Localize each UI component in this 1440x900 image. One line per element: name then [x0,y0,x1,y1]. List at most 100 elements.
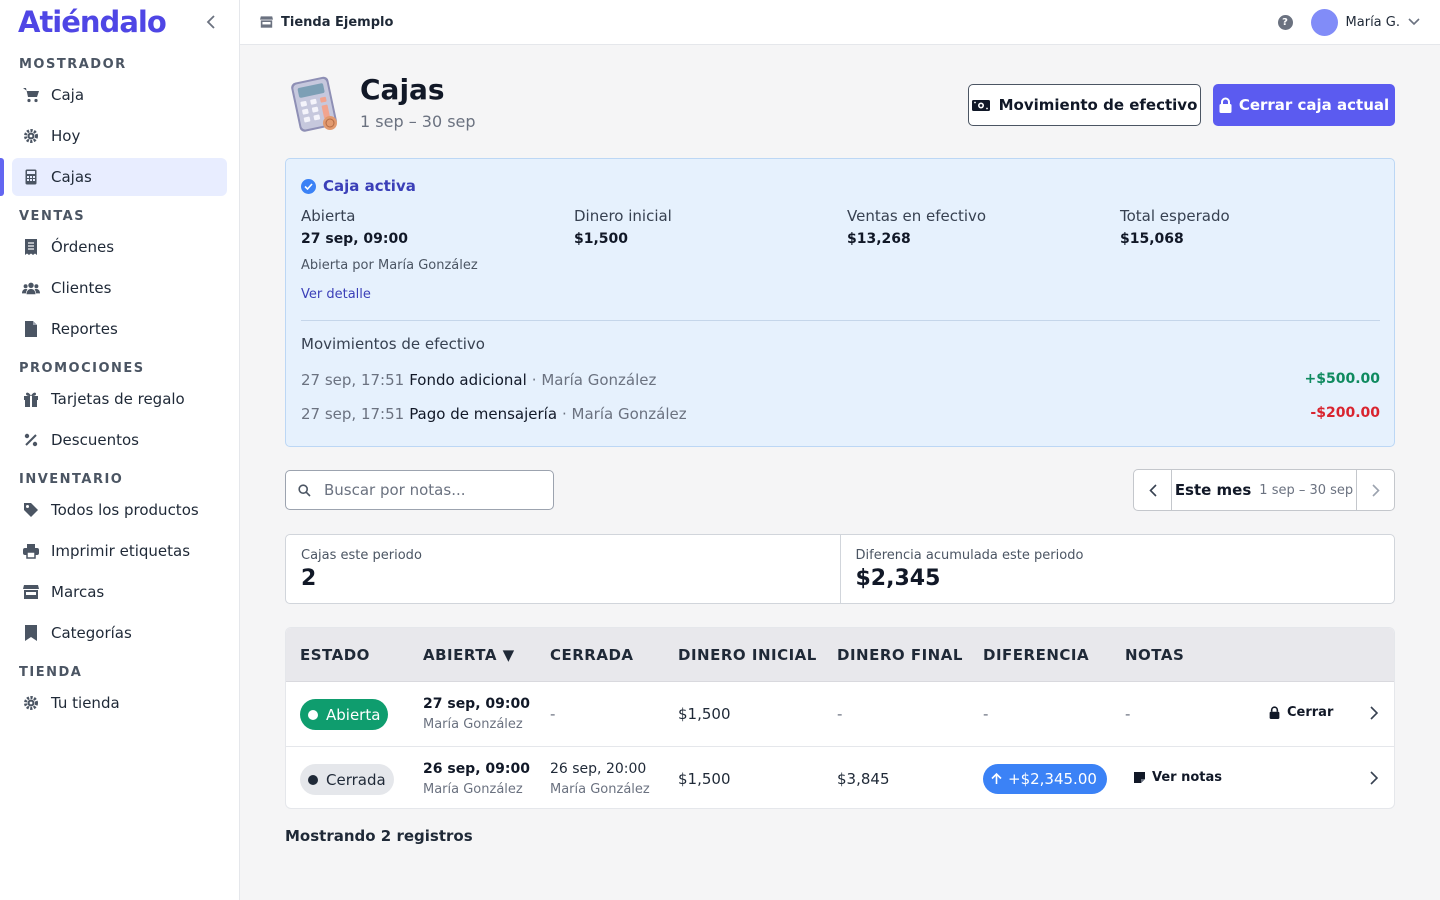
sidebar-item-label: Todos los productos [51,501,199,519]
section-title-promociones: PROMOCIONES [19,361,145,376]
sidebar-item-reportes[interactable]: Reportes [12,310,227,348]
field-value: $1,500 [574,231,629,247]
field-value: $13,268 [847,231,911,247]
sidebar-item-descuentos[interactable]: Descuentos [12,421,227,459]
next-period-button[interactable] [1356,470,1394,510]
collapse-sidebar-button[interactable] [201,12,221,32]
storefront-icon [260,16,273,28]
difference-cell: - [983,705,989,723]
field-initial-cash: Dinero inicial $1,500 [574,207,672,247]
opened-cell: 27 sep, 09:00 María González [423,696,530,732]
movement-row: 27 sep, 17:51 Pago de mensajería · María… [301,405,1380,423]
topbar-right: ? María G. [1277,8,1420,36]
view-notes-button[interactable]: Ver notas [1134,770,1222,785]
chevron-right-icon [1370,771,1379,785]
column-header-opened[interactable]: ABIERTA ▼ [423,628,515,682]
sidebar-item-imprimir-etiquetas[interactable]: Imprimir etiquetas [12,532,227,570]
field-value: 27 sep, 09:00 [301,231,408,247]
movement-description: Fondo adicional [409,371,527,389]
difference-value: +$2,345.00 [1008,770,1097,788]
close-register-row-button[interactable]: Cerrar [1269,705,1333,720]
final-cash-cell: $3,845 [837,770,890,788]
sidebar-item-todos-los-productos[interactable]: Todos los productos [12,491,227,529]
section-title-inventario: INVENTARIO [19,472,124,487]
active-register-title: Caja activa [323,177,416,195]
sidebar-item-ordenes[interactable]: Órdenes [12,228,227,266]
app-logo[interactable]: Atiéndalo [18,5,167,39]
period-range: 1 sep – 30 sep [1259,482,1354,498]
column-header-final-cash[interactable]: DINERO FINAL [837,628,963,682]
sidebar-item-hoy[interactable]: Hoy [12,117,227,155]
field-label: Ventas en efectivo [847,207,987,225]
field-label: Total esperado [1120,207,1230,225]
cash-movement-label: Movimiento de efectivo [998,96,1198,114]
opened-date: 27 sep, 09:00 [423,696,530,712]
sidebar-item-label: Hoy [51,127,81,145]
field-cash-sales: Ventas en efectivo $13,268 [847,207,986,247]
movement-time: 27 sep, 17:51 [301,371,405,389]
storefront-icon [22,583,40,601]
help-icon[interactable]: ? [1277,14,1293,30]
store-selector[interactable]: Tienda Ejemplo [260,15,393,30]
closed-date: 26 sep, 20:00 [550,761,647,777]
table-row[interactable]: Cerrada 26 sep, 09:00 María González 26 … [286,746,1394,808]
sidebar-item-clientes[interactable]: Clientes [12,269,227,307]
status-dot-icon [308,774,318,785]
sidebar-item-tarjetas-de-regalo[interactable]: Tarjetas de regalo [12,380,227,418]
calculator-illustration-icon [291,76,337,132]
page-title: Cajas [360,73,445,106]
note-icon [1134,772,1145,783]
percent-icon [22,431,40,449]
column-header-initial-cash[interactable]: DINERO INICIAL [678,628,817,682]
opened-date: 26 sep, 09:00 [423,761,530,777]
sidebar-item-cajas[interactable]: Cajas [0,158,227,196]
view-detail-link[interactable]: Ver detalle [301,287,371,302]
table-row[interactable]: Abierta 27 sep, 09:00 María González - $… [286,682,1394,746]
chevron-left-icon [1148,483,1157,497]
view-notes-label: Ver notas [1152,770,1223,785]
gear-icon [22,127,40,145]
calculator-icon [22,168,40,186]
row-chevron[interactable] [1370,706,1379,724]
column-header-closed[interactable]: CERRADA [550,628,634,682]
divider [301,320,1380,321]
initial-cash-cell: $1,500 [678,705,731,723]
sidebar-item-marcas[interactable]: Marcas [12,573,227,611]
movement-amount: +$500.00 [1304,371,1381,387]
sidebar-item-label: Descuentos [51,431,139,449]
search-input[interactable] [324,481,534,499]
sidebar-item-categorias[interactable]: Categorías [12,614,227,652]
row-chevron[interactable] [1370,771,1379,789]
section-title-tienda: TIENDA [19,665,83,680]
avatar[interactable] [1310,8,1338,36]
movements-title: Movimientos de efectivo [301,335,485,353]
movement-time: 27 sep, 17:51 [301,405,405,423]
chevron-down-icon[interactable] [1408,18,1420,26]
period-label[interactable]: Este mes 1 sep – 30 sep [1172,470,1356,510]
arrow-up-icon [991,773,1002,784]
status-dot-icon [308,709,318,720]
sidebar-item-caja[interactable]: Caja [12,76,227,114]
status-badge: Cerrada [300,764,394,795]
close-register-button[interactable]: Cerrar caja actual [1213,84,1395,126]
closed-cell: 26 sep, 20:00 María González [550,761,650,797]
table-header: ESTADO ABIERTA ▼ CERRADA DINERO INICIAL … [286,628,1394,682]
column-header-status: ESTADO [300,646,370,664]
user-name[interactable]: María G. [1346,15,1400,30]
printer-icon [22,542,40,560]
store-name: Tienda Ejemplo [281,14,394,30]
search-icon [298,483,311,497]
active-register-card: Caja activa Abierta 27 sep, 09:00 Dinero… [285,158,1395,447]
field-label: Abierta [301,207,356,225]
previous-period-button[interactable] [1134,470,1172,510]
initial-cash-cell: $1,500 [678,770,731,788]
cash-movement-button[interactable]: Movimiento de efectivo [968,84,1201,126]
lock-icon [1219,97,1232,113]
sidebar-item-label: Clientes [51,279,112,297]
column-header-difference[interactable]: DIFERENCIA [983,628,1089,682]
sidebar-item-label: Tu tienda [51,694,120,712]
sidebar-item-tu-tienda[interactable]: Tu tienda [12,684,227,722]
opened-cell: 26 sep, 09:00 María González [423,761,530,797]
logo-row: Atiéndalo [0,0,239,44]
status-badge: Abierta [300,699,389,730]
